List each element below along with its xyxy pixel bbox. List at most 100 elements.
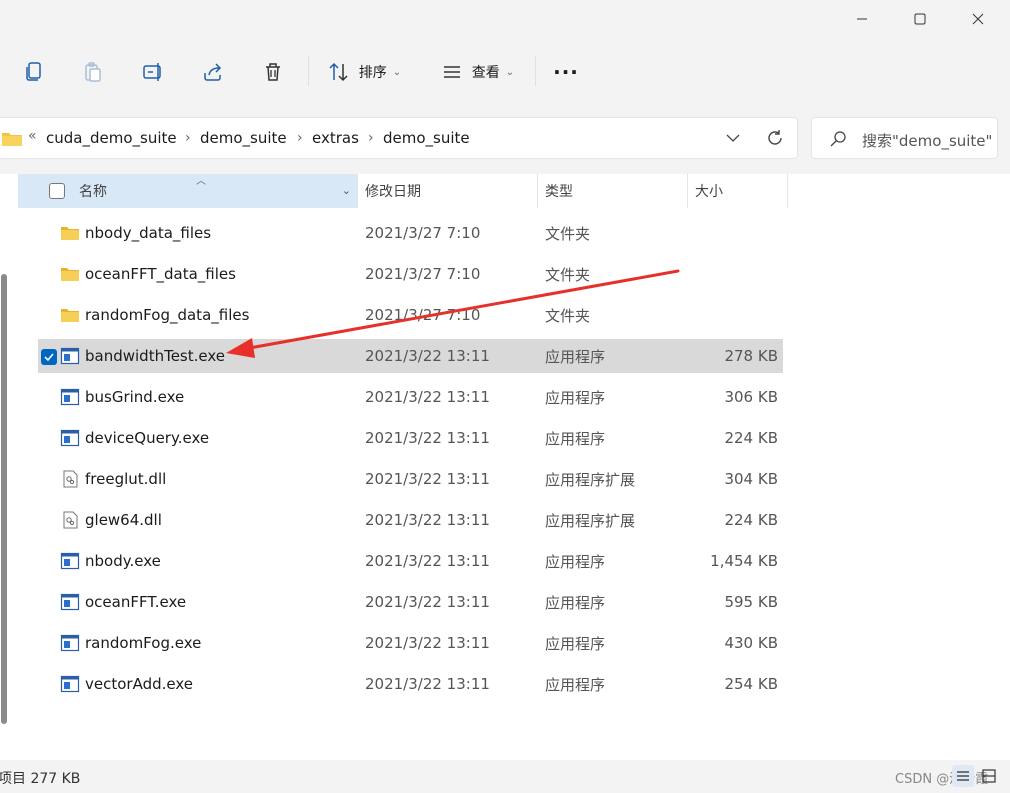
column-header-row: 名称 ︿ ⌄ 修改日期 类型 大小 [18, 174, 788, 208]
file-name[interactable]: deviceQuery.exe [85, 421, 209, 455]
file-size: 595 KB [724, 593, 778, 611]
column-header-name[interactable]: 名称 ︿ ⌄ [18, 174, 358, 208]
more-options-button[interactable]: ··· [546, 50, 586, 94]
file-date: 2021/3/22 13:11 [365, 511, 490, 529]
paste-button[interactable] [73, 50, 113, 94]
column-header-date[interactable]: 修改日期 [358, 174, 538, 208]
file-size: 306 KB [724, 388, 778, 406]
sort-label: 排序 [358, 65, 387, 81]
file-row[interactable]: oceanFFT_data_files 2021/3/27 7:10 文件夹 [38, 257, 783, 291]
column-header-size-label: 大小 [695, 184, 723, 200]
file-date: 2021/3/22 13:11 [365, 388, 490, 406]
breadcrumb-item[interactable]: extras [312, 129, 359, 147]
vertical-scrollbar[interactable] [0, 174, 8, 760]
file-type: 应用程序扩展 [545, 511, 636, 530]
file-name[interactable]: busGrind.exe [85, 380, 184, 414]
file-name[interactable]: vectorAdd.exe [85, 667, 193, 701]
file-type: 应用程序 [545, 347, 606, 366]
file-name[interactable]: nbody.exe [85, 544, 161, 578]
search-placeholder: 搜索"demo_suite" [862, 132, 993, 150]
breadcrumb-item[interactable]: demo_suite [200, 129, 287, 147]
breadcrumb-separator: › [368, 130, 374, 146]
rename-button[interactable] [133, 50, 173, 94]
file-size: 224 KB [724, 511, 778, 529]
copy-button[interactable] [14, 50, 54, 94]
chevron-down-icon[interactable] [726, 133, 740, 143]
folder-icon [2, 133, 22, 146]
delete-button[interactable] [253, 50, 293, 94]
file-row[interactable]: bandwidthTest.exe 2021/3/22 13:11 应用程序 278 … [38, 339, 783, 373]
file-type: 应用程序 [545, 675, 606, 694]
file-name[interactable]: glew64.dll [85, 503, 162, 537]
chevron-down-icon[interactable]: ⌄ [342, 184, 351, 197]
scrollbar-thumb[interactable] [1, 274, 7, 724]
folder-icon [60, 224, 80, 242]
maximize-icon [914, 13, 926, 25]
search-box[interactable]: 搜索"demo_suite" [811, 117, 998, 159]
file-size: 304 KB [724, 470, 778, 488]
file-name[interactable]: randomFog_data_files [85, 298, 249, 332]
sort-button[interactable]: 排序 ⌄ [322, 50, 406, 94]
file-row[interactable]: randomFog_data_files 2021/3/27 7:10 文件夹 [38, 298, 783, 332]
file-name[interactable]: oceanFFT_data_files [85, 257, 236, 291]
file-name[interactable]: oceanFFT.exe [85, 585, 186, 619]
exe-icon [60, 388, 80, 406]
minimize-button[interactable] [838, 0, 886, 38]
file-row[interactable]: nbody_data_files 2021/3/27 7:10 文件夹 [38, 216, 783, 250]
view-list-icon [443, 66, 460, 78]
file-row[interactable]: glew64.dll 2021/3/22 13:11 应用程序扩展 224 KB [38, 503, 783, 537]
file-name[interactable]: randomFog.exe [85, 626, 201, 660]
column-header-date-label: 修改日期 [365, 184, 421, 200]
maximize-button[interactable] [896, 0, 944, 38]
file-row[interactable]: busGrind.exe 2021/3/22 13:11 应用程序 306 KB [38, 380, 783, 414]
share-button[interactable] [193, 50, 233, 94]
file-date: 2021/3/22 13:11 [365, 593, 490, 611]
file-row[interactable]: nbody.exe 2021/3/22 13:11 应用程序 1,454 KB [38, 544, 783, 578]
file-type: 应用程序扩展 [545, 470, 636, 489]
folder-icon [60, 265, 80, 283]
tiles-view-button[interactable] [978, 765, 1000, 787]
file-name[interactable]: nbody_data_files [85, 216, 211, 250]
refresh-icon[interactable] [766, 129, 784, 147]
exe-icon [60, 675, 80, 693]
file-size: 1,454 KB [710, 552, 778, 570]
rename-icon [143, 63, 161, 81]
file-row[interactable]: freeglut.dll 2021/3/22 13:11 应用程序扩展 304 KB [38, 462, 783, 496]
breadcrumb-item[interactable]: cuda_demo_suite [46, 129, 177, 147]
address-bar[interactable]: « cuda_demo_suite › demo_suite › extras … [0, 117, 798, 159]
sort-icon [329, 62, 348, 82]
file-list-pane: 名称 ︿ ⌄ 修改日期 类型 大小 nbody_data_files 2021/3… [0, 174, 1010, 760]
file-name[interactable]: bandwidthTest.exe [85, 339, 225, 373]
breadcrumb-overflow[interactable]: « [28, 128, 37, 144]
dll-icon [60, 470, 80, 488]
file-row[interactable]: oceanFFT.exe 2021/3/22 13:11 应用程序 595 KB [38, 585, 783, 619]
file-date: 2021/3/27 7:10 [365, 306, 481, 324]
view-button[interactable]: 查看 ⌄ [434, 50, 520, 94]
row-checkbox[interactable] [41, 349, 57, 365]
column-header-size[interactable]: 大小 [688, 174, 788, 208]
watermark-text: CSDN @濯云霞 [895, 772, 989, 787]
copy-icon [26, 62, 41, 81]
file-date: 2021/3/22 13:11 [365, 470, 490, 488]
column-header-type[interactable]: 类型 [538, 174, 688, 208]
details-view-button[interactable] [952, 765, 974, 787]
tiles-view-icon [982, 769, 996, 783]
breadcrumb-item[interactable]: demo_suite [383, 129, 470, 147]
file-date: 2021/3/22 13:11 [365, 429, 490, 447]
file-size: 278 KB [724, 347, 778, 365]
file-type: 应用程序 [545, 593, 606, 612]
select-all-checkbox[interactable] [49, 183, 65, 199]
search-icon [830, 131, 846, 147]
file-date: 2021/3/22 13:11 [365, 634, 490, 652]
file-size: 254 KB [724, 675, 778, 693]
file-type: 文件夹 [545, 306, 591, 325]
file-row[interactable]: randomFog.exe 2021/3/22 13:11 应用程序 430 KB [38, 626, 783, 660]
file-name[interactable]: freeglut.dll [85, 462, 166, 496]
exe-icon [60, 552, 80, 570]
close-button[interactable] [954, 0, 1002, 38]
file-row[interactable]: deviceQuery.exe 2021/3/22 13:11 应用程序 224 KB [38, 421, 783, 455]
file-type: 文件夹 [545, 224, 591, 243]
file-type: 应用程序 [545, 634, 606, 653]
file-row[interactable]: vectorAdd.exe 2021/3/22 13:11 应用程序 254 KB [38, 667, 783, 701]
file-size: 430 KB [724, 634, 778, 652]
